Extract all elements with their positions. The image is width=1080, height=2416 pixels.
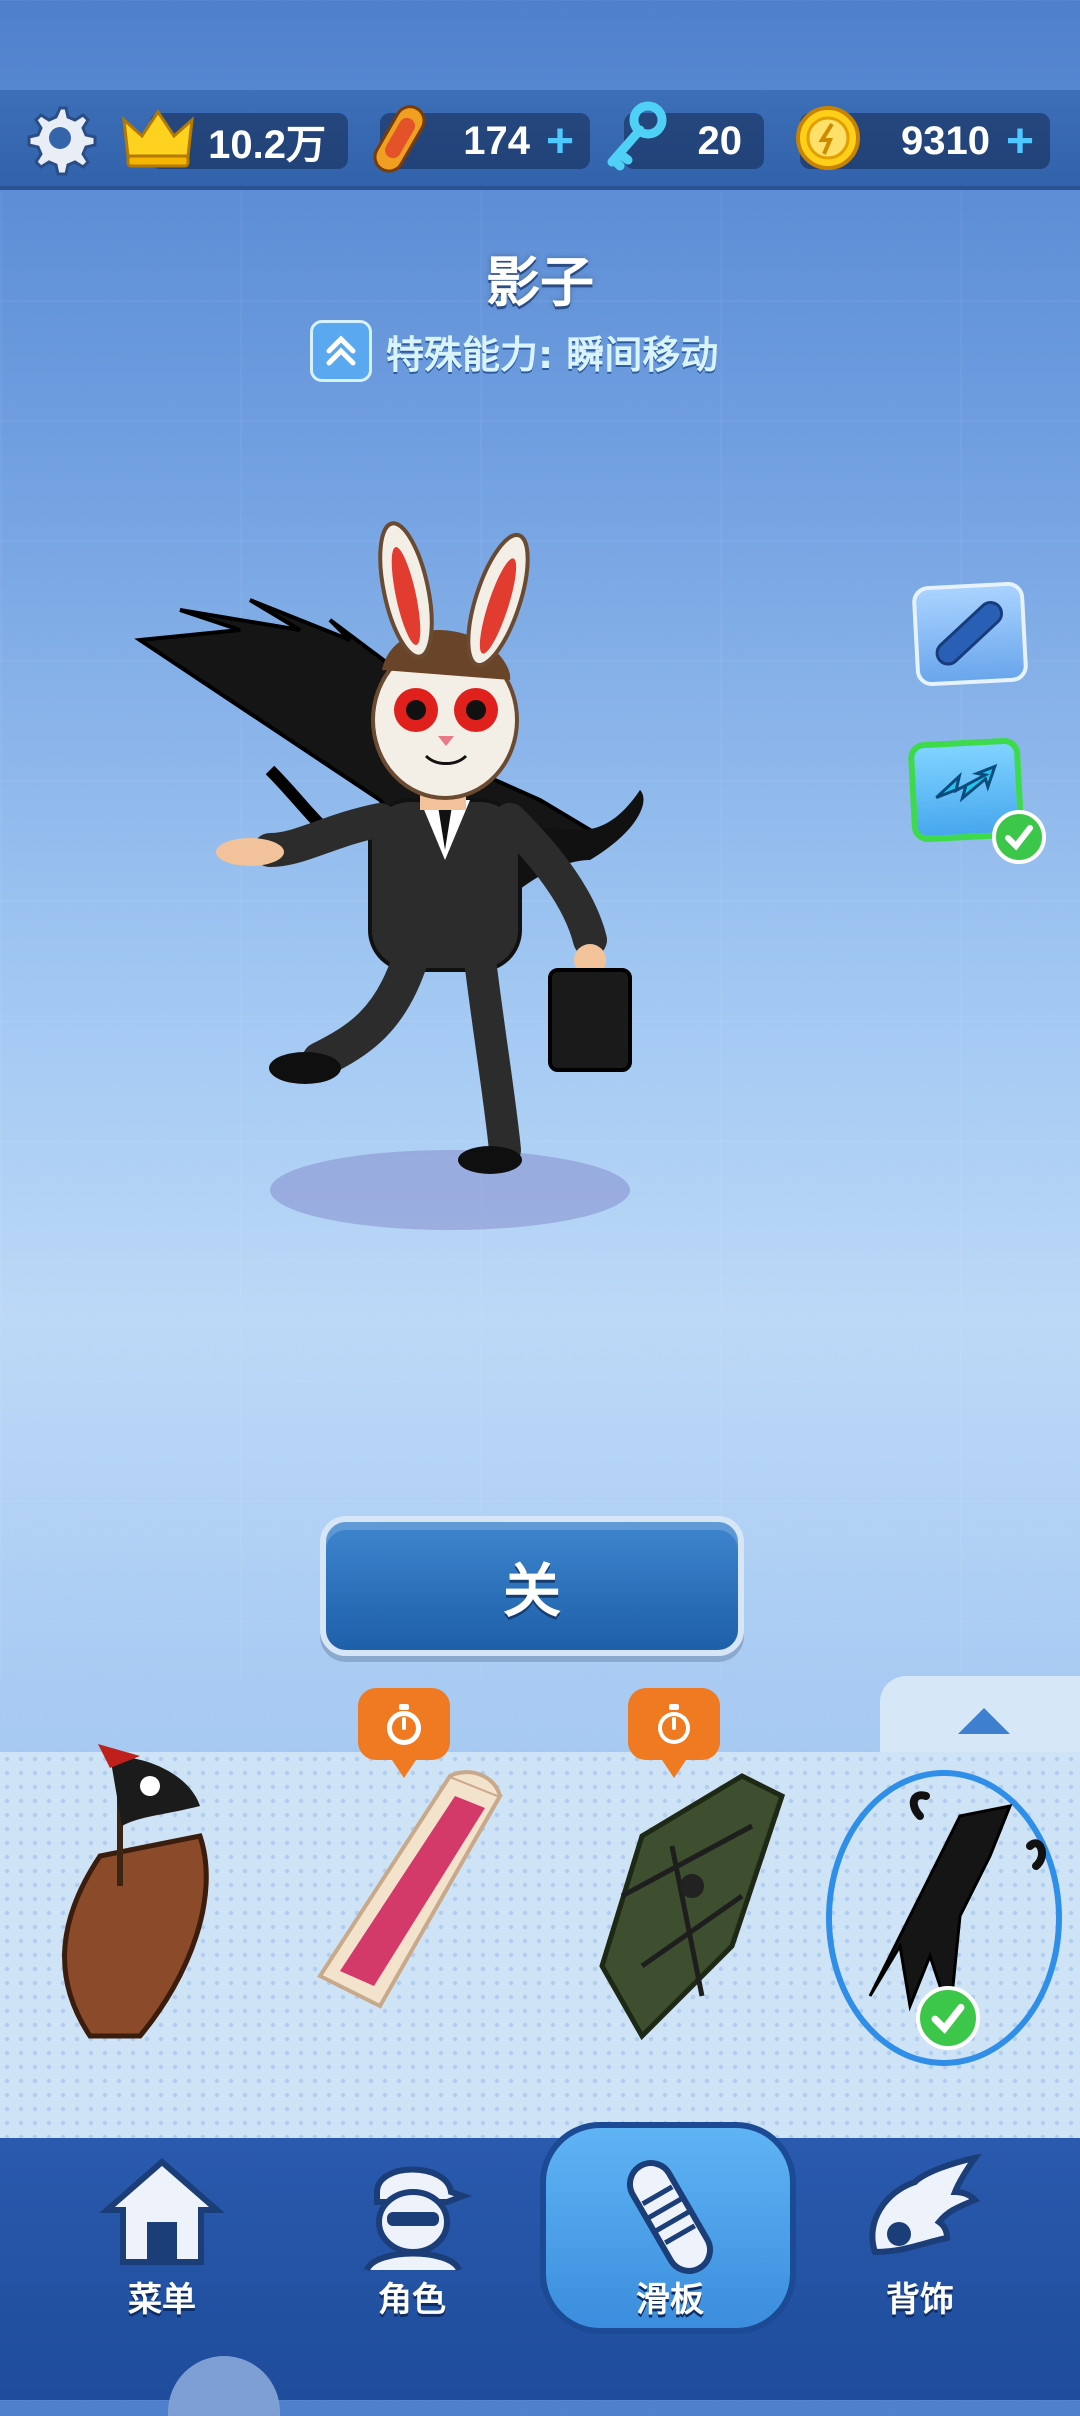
home-icon: [99, 2158, 225, 2265]
nav-item-menu[interactable]: 菜单: [52, 2138, 272, 2358]
special-ability[interactable]: 特殊能力: 瞬间移动: [310, 318, 718, 384]
add-coins-icon[interactable]: +: [1006, 114, 1034, 169]
keys-value: 20: [697, 118, 743, 163]
nav-label-hoverboard: 滑板: [636, 2280, 704, 2320]
timer-badge: [628, 1688, 720, 1778]
character-name: 影子: [486, 251, 594, 314]
gear-icon[interactable]: [22, 100, 98, 176]
equip-button-label: 关: [502, 1557, 561, 1625]
coin-icon: [796, 106, 860, 170]
coins-value: 9310: [900, 118, 990, 163]
nav-item-character[interactable]: 角色: [302, 2138, 522, 2358]
equip-toggle-button[interactable]: 关: [320, 1516, 744, 1656]
character-on-board-illustration: [134, 521, 644, 1230]
hoverboard-icon: [627, 2160, 713, 2274]
nav-item-backpack[interactable]: 背饰: [810, 2138, 1030, 2358]
key-icon: [607, 101, 667, 171]
character-icon: [364, 2166, 472, 2272]
wings-icon: [869, 2153, 982, 2256]
nav-item-hoverboard[interactable]: 滑板: [560, 2138, 780, 2358]
add-boards-icon[interactable]: +: [546, 114, 574, 169]
chevron-up-icon: [310, 320, 372, 382]
nav-label-character: 角色: [378, 2280, 446, 2320]
crown-icon: [122, 109, 194, 168]
carousel-item-coffin-board[interactable]: [582, 1716, 802, 2056]
stopwatch-icon: [387, 1704, 421, 1745]
carousel-item-pirate-ship[interactable]: [40, 1716, 260, 2056]
nav-label-backpack: 背饰: [886, 2280, 954, 2320]
ability-text: 特殊能力: 瞬间移动: [386, 332, 719, 377]
nav-label-menu: 菜单: [128, 2280, 196, 2320]
hoverboard-icon: [373, 105, 426, 173]
stopwatch-icon: [658, 1704, 690, 1744]
timer-badge: [358, 1688, 450, 1778]
score-value: 10.2万: [208, 123, 326, 167]
board-select-button[interactable]: [911, 581, 1029, 687]
check-icon: [992, 810, 1046, 864]
board-icon: [935, 600, 1004, 666]
check-icon: [916, 1986, 980, 2050]
boards-value: 174: [463, 118, 530, 163]
